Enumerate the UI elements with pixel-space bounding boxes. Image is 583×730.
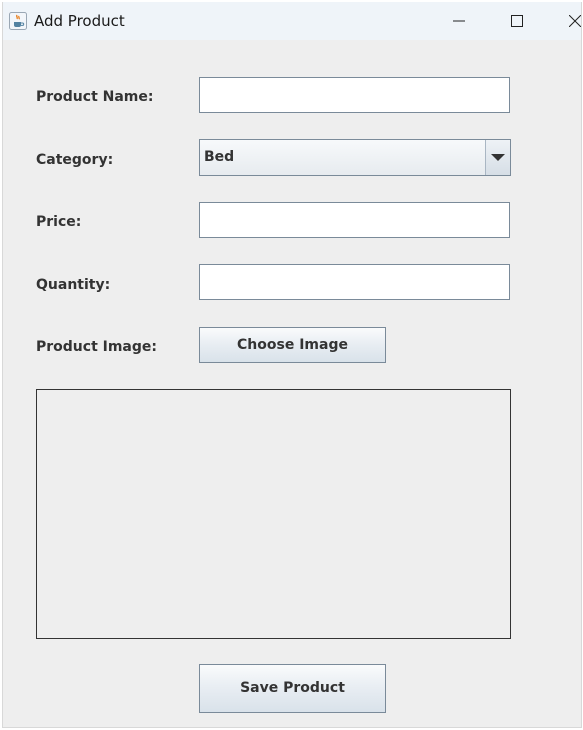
close-icon bbox=[569, 15, 581, 27]
maximize-button[interactable] bbox=[494, 2, 540, 40]
minimize-button[interactable] bbox=[436, 2, 482, 40]
save-product-button[interactable]: Save Product bbox=[199, 664, 386, 713]
chevron-down-icon bbox=[491, 154, 505, 161]
product-name-label: Product Name: bbox=[36, 89, 154, 105]
choose-image-button[interactable]: Choose Image bbox=[199, 327, 386, 363]
product-image-label: Product Image: bbox=[36, 339, 157, 355]
quantity-label: Quantity: bbox=[36, 277, 111, 293]
minimize-icon bbox=[453, 20, 465, 22]
category-select[interactable]: Bed bbox=[199, 139, 511, 176]
category-dropdown-button[interactable] bbox=[485, 140, 510, 175]
java-coffee-cup-icon bbox=[9, 12, 27, 30]
price-input[interactable] bbox=[199, 202, 510, 238]
image-preview-area bbox=[36, 389, 511, 639]
category-selected-value: Bed bbox=[204, 149, 235, 165]
product-name-input[interactable] bbox=[199, 77, 510, 113]
window-title: Add Product bbox=[34, 12, 125, 30]
add-product-window: Add Product Product Name: Category: Bed bbox=[2, 2, 582, 728]
title-bar[interactable]: Add Product bbox=[3, 2, 581, 40]
maximize-icon bbox=[511, 15, 523, 27]
price-label: Price: bbox=[36, 214, 82, 230]
close-button[interactable] bbox=[552, 2, 581, 40]
quantity-input[interactable] bbox=[199, 264, 510, 300]
category-label: Category: bbox=[36, 152, 114, 168]
